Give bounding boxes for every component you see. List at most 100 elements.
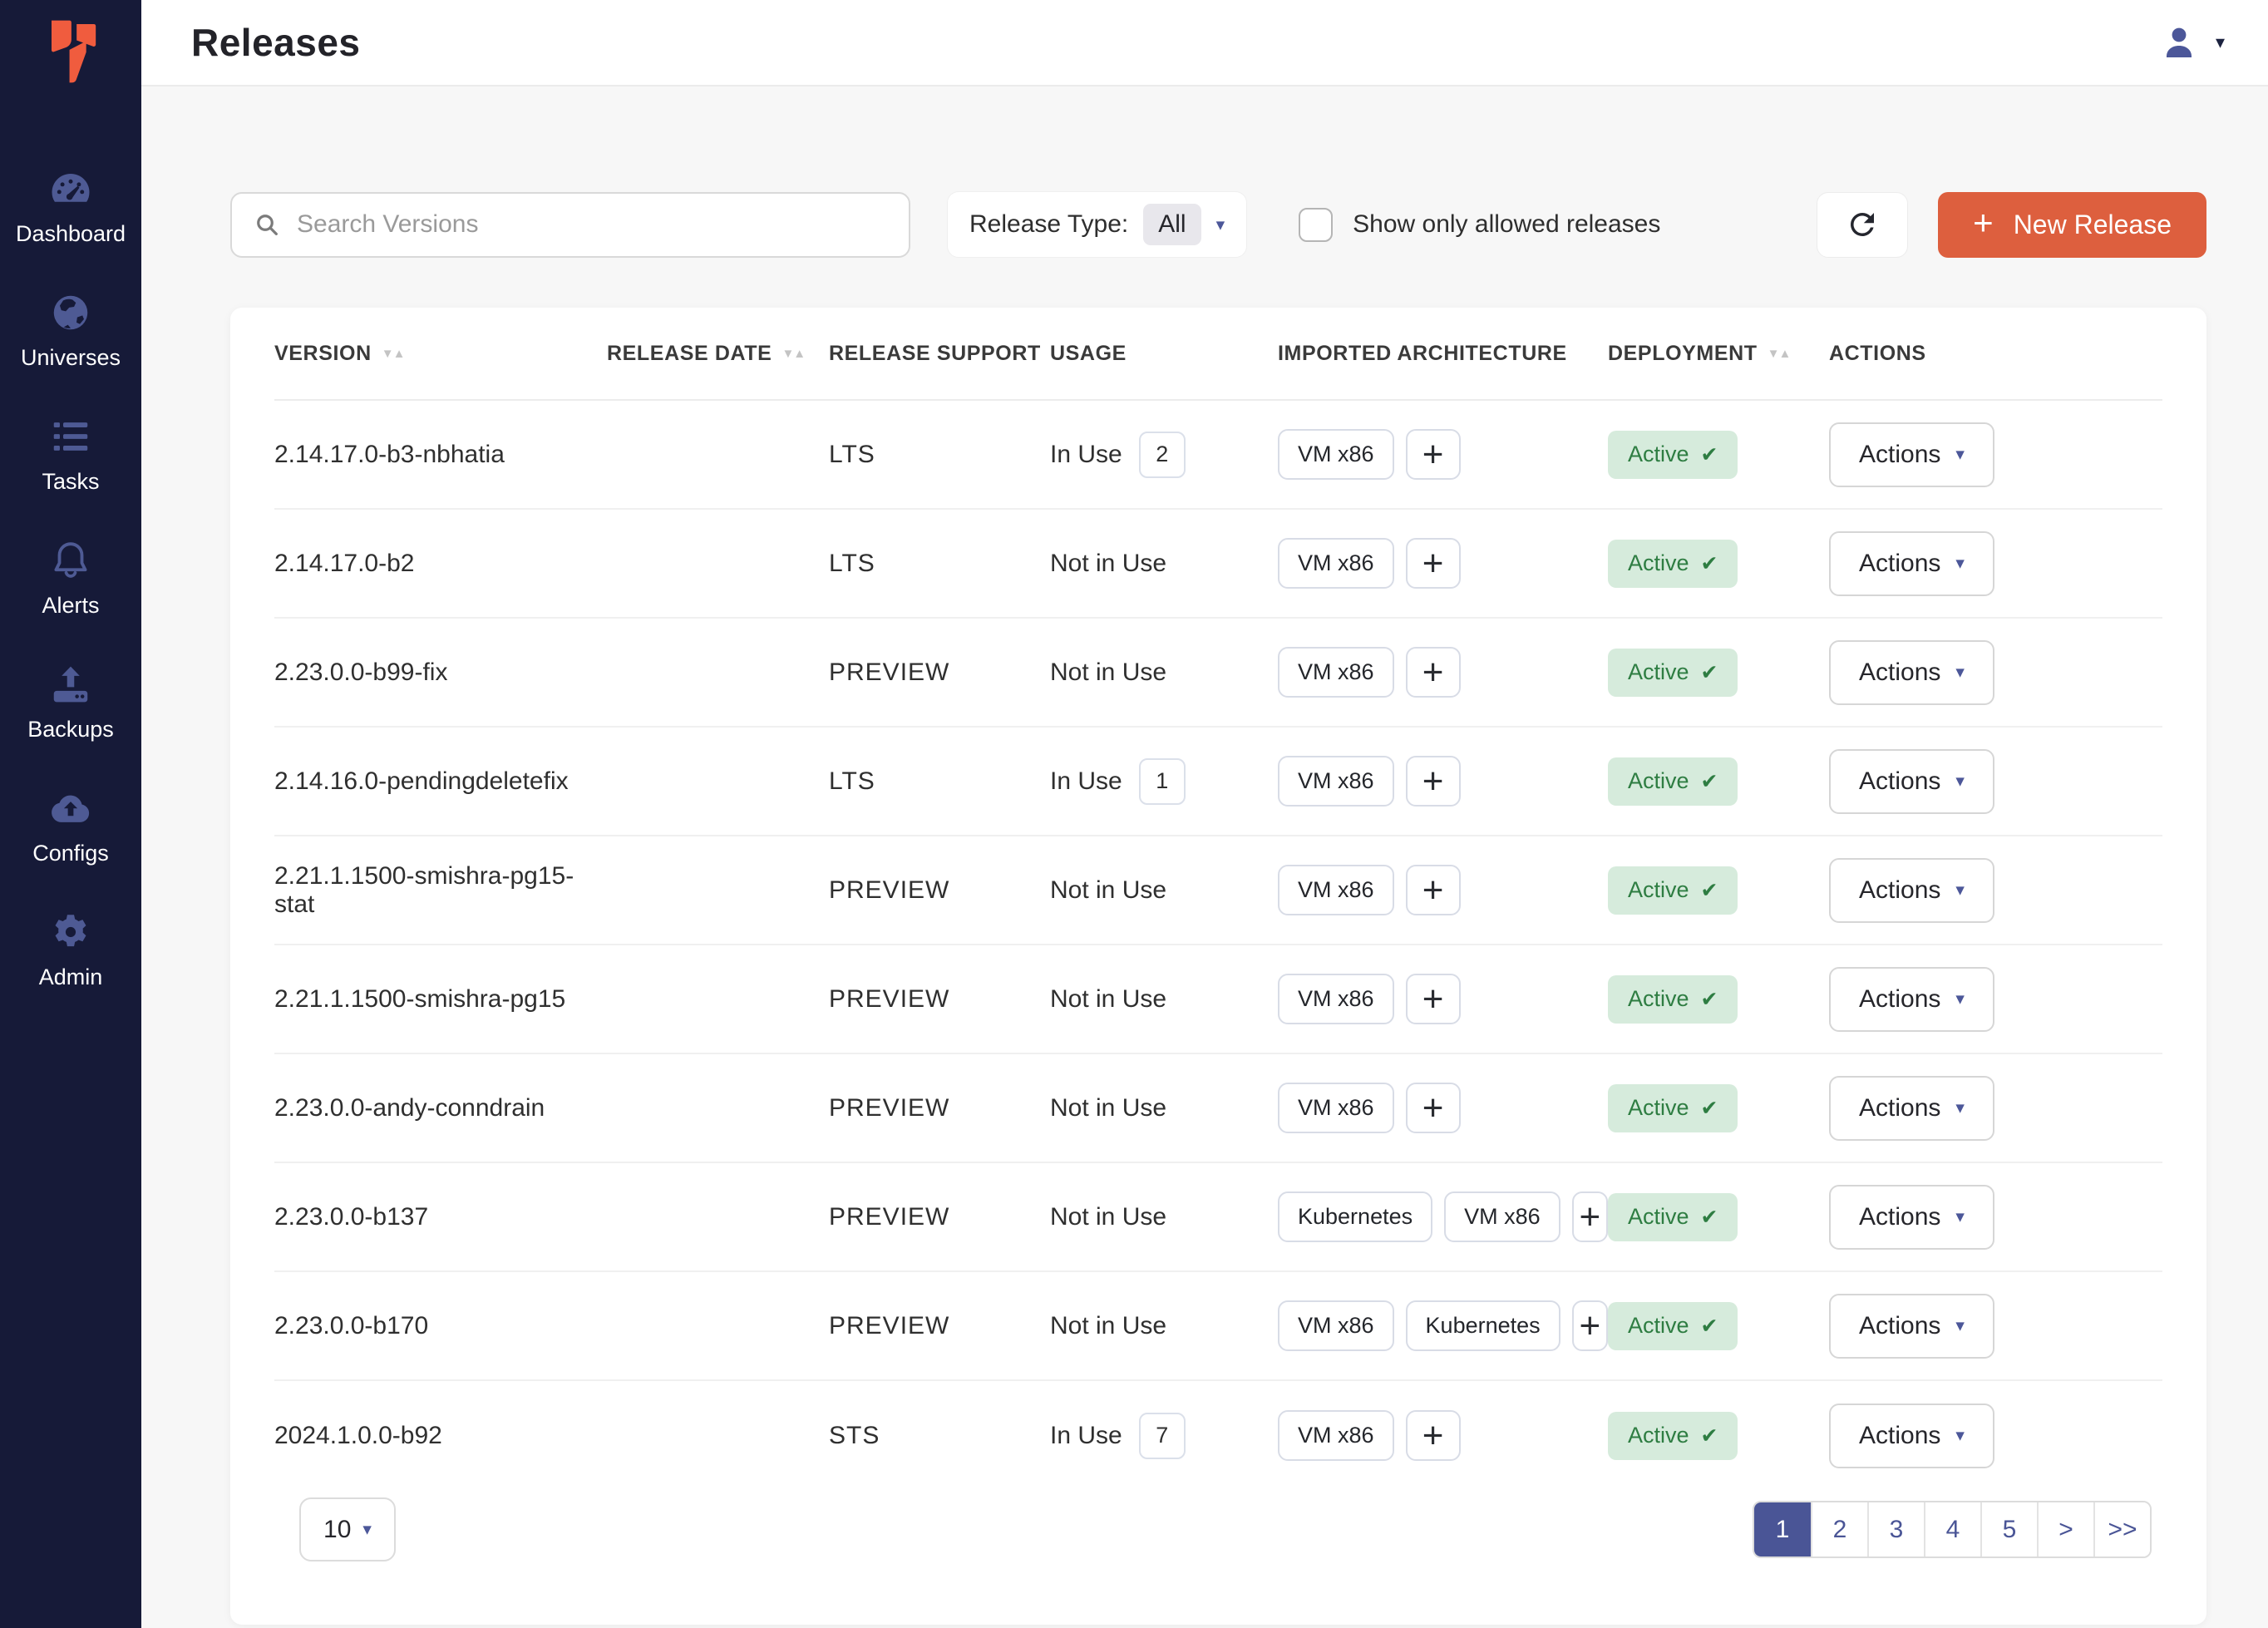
alerts-icon xyxy=(48,538,93,583)
sidebar-item-label: Backups xyxy=(27,717,114,742)
check-icon: ✔ xyxy=(1701,660,1718,685)
page-size-value: 10 xyxy=(323,1516,351,1544)
add-architecture-button[interactable]: + xyxy=(1572,1191,1608,1242)
actions-cell: Actions▾ xyxy=(1829,967,2162,1032)
actions-button[interactable]: Actions▾ xyxy=(1829,1185,1994,1250)
page-size-dropdown[interactable]: 10 ▾ xyxy=(299,1497,396,1561)
actions-cell: Actions▾ xyxy=(1829,1185,2162,1250)
deployment-status-badge: Active✔ xyxy=(1608,1302,1738,1350)
add-architecture-button[interactable]: + xyxy=(1406,865,1461,915)
actions-button[interactable]: Actions▾ xyxy=(1829,531,1994,596)
release-type-label: Release Type: xyxy=(969,210,1128,239)
admin-icon xyxy=(48,910,93,955)
release-support-cell: LTS xyxy=(829,550,1050,578)
architecture-chip: VM x86 xyxy=(1278,647,1394,698)
page-button-4[interactable]: 4 xyxy=(1924,1502,1980,1556)
actions-button[interactable]: Actions ▾ xyxy=(1829,640,1994,705)
release-type-dropdown[interactable]: Release Type: All ▾ xyxy=(947,191,1247,258)
deployment-status-badge: Active✔ xyxy=(1608,1412,1738,1460)
dashboard-icon xyxy=(48,166,93,211)
chevron-down-icon: ▾ xyxy=(1955,662,1965,683)
actions-button[interactable]: Actions▾ xyxy=(1829,967,1994,1032)
architecture-chip: VM x86 xyxy=(1278,865,1394,915)
add-architecture-button[interactable]: + xyxy=(1406,647,1461,698)
actions-cell: Actions▾ xyxy=(1829,1294,2162,1359)
page-button-5[interactable]: 5 xyxy=(1980,1502,2037,1556)
column-header-release-date[interactable]: RELEASE DATE▼▲ xyxy=(607,342,829,366)
add-architecture-button[interactable]: + xyxy=(1406,538,1461,589)
add-architecture-button[interactable]: + xyxy=(1406,1410,1461,1461)
chevron-down-icon: ▾ xyxy=(1955,1315,1965,1336)
actions-button[interactable]: Actions▾ xyxy=(1829,1404,1994,1468)
page-button-2[interactable]: 2 xyxy=(1811,1502,1867,1556)
sort-icons: ▼▲ xyxy=(382,347,405,361)
version-cell: 2.21.1.1500-smishra-pg15 xyxy=(274,985,607,1014)
column-label: VERSION xyxy=(274,342,372,366)
usage-cell: In Use1 xyxy=(1050,758,1278,805)
architecture-chip: VM x86 xyxy=(1278,1410,1394,1461)
sidebar-item-admin[interactable]: Admin xyxy=(0,910,141,990)
release-support-cell: LTS xyxy=(829,441,1050,469)
actions-button[interactable]: Actions▾ xyxy=(1829,1076,1994,1141)
deployment-status-label: Active xyxy=(1628,442,1689,467)
sidebar-item-alerts[interactable]: Alerts xyxy=(0,538,141,619)
chevron-down-icon: ▾ xyxy=(1955,444,1965,465)
search-input[interactable] xyxy=(295,210,887,239)
page-button-3[interactable]: 3 xyxy=(1867,1502,1924,1556)
table-row: 2.21.1.1500-smishra-pg15PREVIEWNot in Us… xyxy=(274,945,2162,1054)
actions-button[interactable]: Actions▾ xyxy=(1829,422,1994,487)
check-icon: ✔ xyxy=(1701,442,1718,467)
show-only-allowed-checkbox[interactable] xyxy=(1299,208,1333,242)
imported-architecture-cell: VM x86+ xyxy=(1278,756,1608,807)
architecture-chip: VM x86 xyxy=(1278,756,1394,807)
sidebar-item-label: Alerts xyxy=(42,593,99,619)
column-header-version[interactable]: VERSION ▼▲ xyxy=(274,342,607,366)
column-header-deployment[interactable]: DEPLOYMENT▼▲ xyxy=(1608,342,1829,366)
sidebar-item-tasks[interactable]: Tasks xyxy=(0,414,141,495)
add-architecture-button[interactable]: + xyxy=(1406,429,1461,480)
actions-button[interactable]: Actions▾ xyxy=(1829,1294,1994,1359)
sidebar-item-backups[interactable]: Backups xyxy=(0,662,141,742)
sort-icons: ▼▲ xyxy=(781,347,805,361)
usage-cell: Not in Use xyxy=(1050,1094,1278,1122)
sidebar-item-label: Universes xyxy=(21,345,121,371)
deployment-status-label: Active xyxy=(1628,1095,1689,1121)
deployment-status-badge: Active✔ xyxy=(1608,649,1738,697)
new-release-button[interactable]: + New Release xyxy=(1938,192,2206,258)
releases-table-card: VERSION▼▲RELEASE DATE▼▲RELEASE SUPPORTUS… xyxy=(230,308,2206,1625)
sidebar-item-dashboard[interactable]: Dashboard xyxy=(0,166,141,247)
check-icon: ✔ xyxy=(1701,1314,1718,1339)
refresh-button[interactable] xyxy=(1817,192,1908,258)
sidebar-item-label: Dashboard xyxy=(16,221,126,247)
sidebar-item-configs[interactable]: Configs xyxy=(0,786,141,866)
table-row: 2.23.0.0-b137PREVIEWNot in UseKubernetes… xyxy=(274,1163,2162,1272)
add-architecture-button[interactable]: + xyxy=(1572,1300,1608,1351)
actions-button-label: Actions xyxy=(1859,659,1940,687)
add-architecture-button[interactable]: + xyxy=(1406,974,1461,1024)
page-button->>[interactable]: >> xyxy=(2093,1502,2150,1556)
version-cell: 2.23.0.0-b170 xyxy=(274,1312,607,1340)
add-architecture-button[interactable]: + xyxy=(1406,1083,1461,1133)
actions-cell: Actions ▾ xyxy=(1829,640,2162,705)
sidebar-item-universes[interactable]: Universes xyxy=(0,290,141,371)
actions-button[interactable]: Actions▾ xyxy=(1829,858,1994,923)
architecture-chip: VM x86 xyxy=(1444,1191,1560,1242)
user-menu[interactable]: ▾ xyxy=(2159,22,2225,62)
actions-cell: Actions▾ xyxy=(1829,1404,2162,1468)
chevron-down-icon: ▾ xyxy=(1955,1206,1965,1227)
deployment-status-label: Active xyxy=(1628,768,1689,794)
release-support-cell: PREVIEW xyxy=(829,1203,1050,1231)
actions-button-label: Actions xyxy=(1859,985,1940,1014)
page-button->[interactable]: > xyxy=(2037,1502,2093,1556)
deployment-cell: Active✔ xyxy=(1608,1302,1829,1350)
page-button-1[interactable]: 1 xyxy=(1754,1502,1811,1556)
top-header: Releases ▾ xyxy=(141,0,2268,86)
add-architecture-button[interactable]: + xyxy=(1406,756,1461,807)
imported-architecture-cell: VM x86+ xyxy=(1278,429,1608,480)
actions-button[interactable]: Actions▾ xyxy=(1829,749,1994,814)
architecture-chip: VM x86 xyxy=(1278,974,1394,1024)
actions-cell: Actions▾ xyxy=(1829,749,2162,814)
table-row: 2024.1.0.0-b92STSIn Use7VM x86+Active✔Ac… xyxy=(274,1381,2162,1490)
version-cell: 2.14.16.0-pendingdeletefix xyxy=(274,767,607,796)
check-icon: ✔ xyxy=(1701,878,1718,903)
